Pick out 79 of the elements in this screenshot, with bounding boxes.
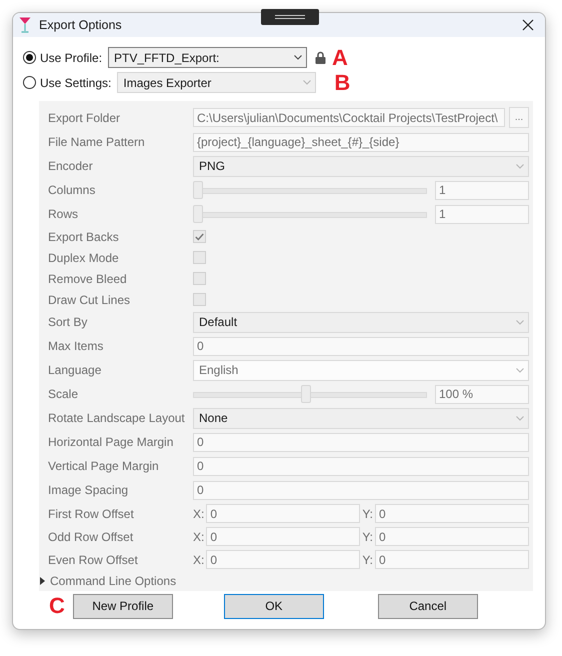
radio-button[interactable]: [23, 51, 36, 64]
dropdown[interactable]: Default: [193, 312, 529, 332]
checkbox[interactable]: [193, 272, 206, 285]
radio-button[interactable]: [23, 76, 36, 89]
chevron-down-icon: [294, 55, 302, 60]
text-field[interactable]: 0: [375, 504, 529, 523]
text-field[interactable]: 0: [206, 550, 360, 569]
checkbox[interactable]: [193, 251, 206, 264]
slider-thumb[interactable]: [193, 181, 203, 199]
chevron-down-icon: [516, 416, 524, 420]
text-field[interactable]: 0: [375, 550, 529, 569]
chevron-down-icon: [516, 164, 524, 168]
text-field[interactable]: 0: [193, 336, 529, 356]
chevron-down-icon: [303, 80, 312, 85]
expand-caret-icon[interactable]: [40, 577, 45, 585]
slider-thumb[interactable]: [300, 385, 311, 403]
slider[interactable]: [193, 205, 427, 223]
slider[interactable]: [193, 385, 427, 403]
dialog-button[interactable]: OK: [224, 594, 324, 618]
chevron-down-icon: [516, 368, 524, 372]
checkbox[interactable]: [193, 230, 206, 243]
cocktail-glass-icon: [19, 17, 31, 33]
text-field[interactable]: 0: [193, 432, 529, 452]
profile-dropdown[interactable]: PTV_FFTD_Export:: [108, 47, 308, 68]
dialog-button[interactable]: Cancel: [378, 594, 478, 618]
field-label: Image Spacing: [48, 483, 130, 497]
dropdown[interactable]: PNG: [193, 156, 529, 176]
dialog-button[interactable]: New Profile: [72, 594, 173, 618]
text-field[interactable]: 0: [193, 480, 529, 500]
field-label: Remove Bleed: [48, 272, 128, 286]
annotation-letter: B: [334, 72, 350, 94]
window-title: Export Options: [39, 18, 123, 32]
text-field[interactable]: 100 %: [435, 384, 529, 404]
dropdown[interactable]: None: [193, 408, 529, 428]
text-field[interactable]: 1: [435, 204, 529, 224]
field-label: Language: [48, 363, 102, 377]
text-field[interactable]: C:\Users\julian\Documents\Cocktail Projects\TestProject\: [193, 108, 505, 127]
field-label: Export Backs: [48, 230, 120, 244]
x-label: X:: [193, 530, 204, 544]
slider[interactable]: [193, 181, 427, 199]
x-label: X:: [193, 552, 204, 566]
field-label: Even Row Offset: [48, 552, 139, 566]
y-label: Y:: [362, 530, 374, 544]
expander-label[interactable]: Command Line Options: [50, 574, 176, 588]
field-label: Columns: [48, 183, 96, 197]
x-label: X:: [193, 506, 204, 520]
field-label: First Row Offset: [48, 506, 135, 520]
field-label: File Name Pattern: [48, 135, 146, 149]
field-label: Odd Row Offset: [48, 530, 134, 544]
text-field[interactable]: 0: [206, 504, 360, 523]
y-label: Y:: [362, 552, 374, 566]
field-label: Horizontal Page Margin: [48, 435, 174, 449]
field-label: Vertical Page Margin: [48, 459, 160, 473]
field-label: Export Folder: [48, 110, 122, 124]
field-label: Scale: [48, 387, 80, 401]
text-field[interactable]: 1: [435, 180, 529, 200]
annotation-letter: A: [332, 46, 348, 68]
radio-label: Use Profile:: [40, 50, 102, 64]
checkbox[interactable]: [193, 293, 206, 306]
field-label: Draw Cut Lines: [48, 292, 132, 306]
field-label: Encoder: [48, 159, 94, 173]
annotation-letter: C: [49, 595, 65, 617]
field-label: Rotate Landscape Layout: [48, 411, 186, 425]
text-field[interactable]: {project}_{language}_sheet_{#}_{side}: [193, 132, 529, 152]
text-field[interactable]: 0: [375, 527, 529, 546]
slider-thumb[interactable]: [193, 205, 203, 223]
radio-label: Use Settings:: [40, 76, 112, 90]
field-label: Rows: [48, 207, 80, 221]
field-label: Max Items: [48, 339, 104, 353]
grab-handle-icon[interactable]: [261, 9, 319, 25]
dropdown[interactable]: English: [193, 360, 529, 380]
y-label: Y:: [362, 506, 374, 520]
field-label: Duplex Mode: [48, 250, 120, 264]
settings-dropdown[interactable]: Images Exporter: [117, 72, 316, 93]
text-field[interactable]: 0: [206, 527, 360, 546]
text-field[interactable]: 0: [193, 456, 529, 476]
field-label: Sort By: [48, 315, 88, 329]
chevron-down-icon: [516, 320, 524, 324]
browse-button[interactable]: ...: [509, 107, 529, 128]
